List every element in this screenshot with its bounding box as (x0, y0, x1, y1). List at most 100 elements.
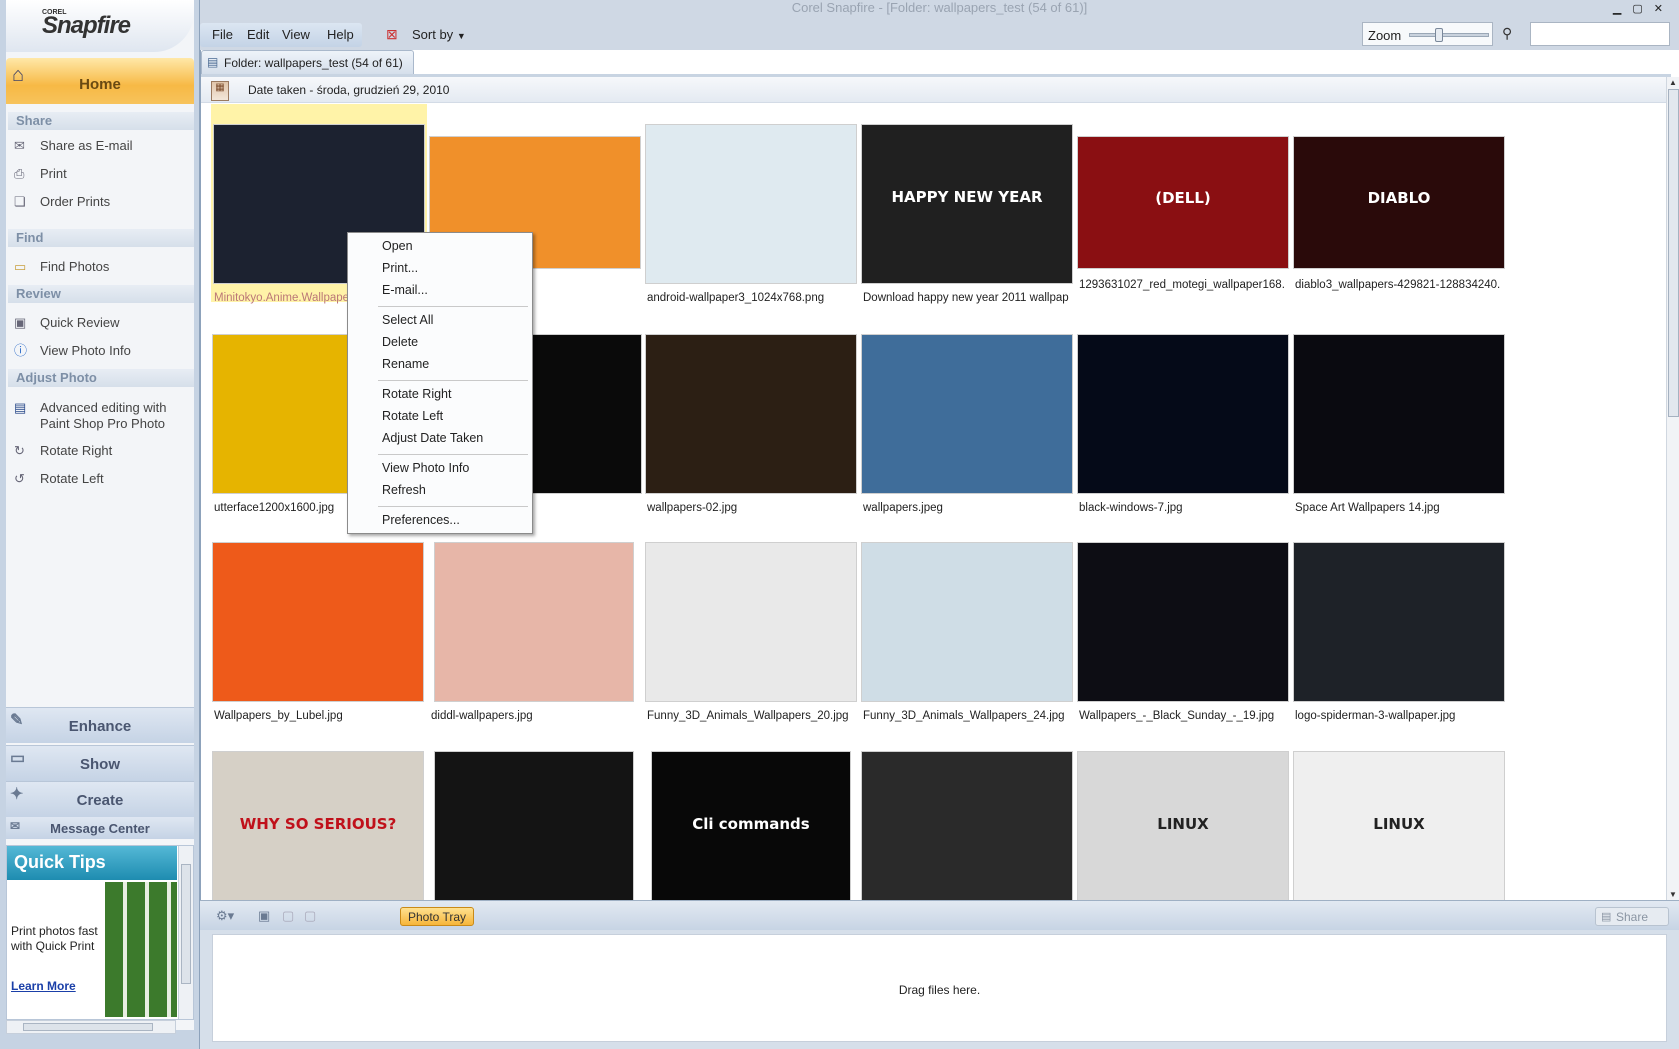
menu-edit[interactable]: Edit (247, 27, 269, 42)
menu-help[interactable]: Help (327, 27, 354, 42)
photo-thumbnail[interactable]: HAPPY NEW YEAR (861, 124, 1073, 284)
photo-thumbnail[interactable] (1077, 542, 1289, 702)
tray-remove-icon[interactable]: ▢ (282, 908, 294, 924)
photo-filename: diddl-wallpapers.jpg (431, 710, 533, 722)
photo-thumbnail[interactable] (212, 542, 424, 702)
quick-review-action[interactable]: ▣ Quick Review (14, 315, 194, 337)
context-menu-item[interactable]: Refresh (382, 483, 426, 497)
tray-clear-icon[interactable]: ▢ (304, 908, 316, 924)
tray-add-icon[interactable]: ▣ (258, 908, 270, 924)
quick-tips-scrollbar[interactable] (178, 846, 193, 1019)
share-button[interactable]: ▤ Share (1595, 907, 1669, 926)
quick-tips-text: Print photos fast with Quick Print (11, 924, 98, 953)
advanced-editing-action[interactable]: ▤ Advanced editing with Paint Shop Pro Ph… (14, 400, 194, 434)
photo-thumbnail[interactable] (645, 334, 857, 494)
photo-thumbnail[interactable]: Cli commands (651, 751, 851, 900)
scroll-up-icon[interactable]: ▲ (1669, 78, 1677, 87)
quick-tips-scroll-thumb[interactable] (181, 864, 191, 984)
photo-thumbnail[interactable]: (DELL) (1077, 136, 1289, 269)
sort-clear-icon[interactable]: ⊠ (386, 26, 398, 43)
find-photos-action[interactable]: ▭ Find Photos (14, 259, 194, 281)
photo-thumbnail[interactable]: WHY SO SERIOUS? (212, 751, 424, 900)
rotate-left-action[interactable]: ↺ Rotate Left (14, 471, 194, 493)
photo-filename: logo-spiderman-3-wallpaper.jpg (1295, 710, 1456, 722)
photo-thumbnail-cell[interactable]: black-windows-7.jpg (1076, 314, 1289, 514)
zoom-slider-thumb[interactable] (1435, 28, 1443, 42)
folder-tab[interactable]: ▤ Folder: wallpapers_test (54 of 61) (201, 50, 414, 74)
photo-thumbnail[interactable]: DIABLO (1293, 136, 1505, 269)
photo-thumbnail-cell[interactable]: LINUX (1292, 731, 1505, 900)
print-action[interactable]: ⎙ Print (14, 166, 194, 188)
menu-view[interactable]: View (282, 27, 310, 42)
context-menu-item[interactable]: Rename (382, 357, 429, 371)
search-input[interactable] (1530, 22, 1670, 46)
learn-more-link[interactable]: Learn More (11, 979, 76, 993)
photo-thumbnail-cell[interactable]: Wallpapers_-_Black_Sunday_-_19.jpg (1076, 522, 1289, 722)
photo-thumbnail-cell[interactable]: Funny_3D_Animals_Wallpapers_24.jpg (860, 522, 1073, 722)
context-menu-item[interactable]: Delete (382, 335, 418, 349)
photo-thumbnail-cell[interactable]: diddl-wallpapers.jpg (428, 522, 640, 722)
photo-thumbnail-cell[interactable]: Wallpapers_by_Lubel.jpg (211, 522, 424, 722)
context-menu-item[interactable]: Rotate Right (382, 387, 451, 401)
photo-thumbnail-cell[interactable]: DIABLO diablo3_wallpapers-429821-12883424… (1292, 104, 1505, 294)
photo-thumbnail-cell[interactable]: android-wallpaper3_1024x768.png (644, 104, 857, 304)
photo-thumbnail[interactable] (645, 542, 857, 702)
enhance-button[interactable]: ✎ Enhance (6, 707, 194, 743)
view-photo-info-action[interactable]: ⓘ View Photo Info (14, 343, 194, 365)
photo-thumbnail[interactable] (861, 751, 1073, 900)
photo-thumbnail[interactable] (1077, 334, 1289, 494)
message-center-button[interactable]: ✉ Message Center (6, 817, 194, 839)
sidebar-hscrollbar[interactable] (6, 1020, 176, 1034)
tray-settings-icon[interactable]: ⚙▾ (216, 908, 234, 924)
photo-thumbnail-cell[interactable]: wallpapers-02.jpg (644, 314, 857, 514)
context-menu-item[interactable]: Rotate Left (382, 409, 443, 423)
photo-thumbnail[interactable] (861, 542, 1073, 702)
share-email-action[interactable]: ✉ Share as E-mail (14, 138, 194, 160)
tray-drop-area[interactable]: Drag files here. (212, 934, 1667, 1042)
grid-scrollbar[interactable]: ▲ ▼ (1666, 77, 1679, 900)
context-menu-item[interactable]: Adjust Date Taken (382, 431, 483, 445)
photo-thumbnail-cell[interactable]: Space Art Wallpapers 14.jpg (1292, 314, 1505, 514)
folder-icon: ▭ (14, 259, 27, 274)
sort-by-dropdown[interactable]: Sort by ▼ (412, 27, 466, 42)
create-button[interactable]: ✦ Create (6, 781, 194, 817)
zoom-slider[interactable] (1409, 28, 1489, 42)
photo-thumbnail[interactable] (434, 751, 634, 900)
photo-thumbnail[interactable] (1293, 334, 1505, 494)
context-menu-item[interactable]: Preferences... (382, 513, 460, 527)
photo-thumbnail[interactable] (1293, 542, 1505, 702)
menu-file[interactable]: File (212, 27, 233, 42)
photo-thumbnail-cell[interactable]: LINUX (1076, 731, 1289, 900)
photo-thumbnail-cell[interactable]: logo-spiderman-3-wallpaper.jpg (1292, 522, 1505, 722)
home-tab[interactable]: ⌂ Home (6, 58, 194, 104)
context-menu-item[interactable]: Print... (382, 261, 418, 275)
grid-scroll-thumb[interactable] (1668, 89, 1679, 417)
order-prints-action[interactable]: ❏ Order Prints (14, 194, 194, 216)
photo-thumbnail[interactable] (434, 542, 634, 702)
home-label: Home (79, 76, 121, 93)
photo-thumbnail-cell[interactable]: WHY SO SERIOUS? (211, 731, 424, 900)
context-menu-item[interactable]: Select All (382, 313, 433, 327)
photo-thumbnail-cell[interactable]: Funny_3D_Animals_Wallpapers_20.jpg (644, 522, 857, 722)
context-menu-item[interactable]: E-mail... (382, 283, 428, 297)
rotate-right-action[interactable]: ↻ Rotate Right (14, 443, 194, 465)
window-controls[interactable]: ▁ ▢ ✕ (1613, 2, 1667, 15)
photo-thumbnail[interactable]: LINUX (1293, 751, 1505, 900)
photo-thumbnail-cell[interactable] (428, 731, 640, 900)
sidebar-hscroll-thumb[interactable] (23, 1023, 153, 1031)
show-button[interactable]: ▭ Show (6, 745, 194, 781)
context-menu-item[interactable]: View Photo Info (382, 461, 469, 475)
photo-thumbnail-cell[interactable]: wallpapers.jpeg (860, 314, 1073, 514)
photo-thumbnail[interactable] (645, 124, 857, 284)
photo-tray-tab[interactable]: Photo Tray (400, 907, 475, 926)
binoculars-icon[interactable]: ⚲ (1502, 25, 1512, 42)
photo-thumbnail-cell[interactable]: Cli commands (644, 731, 856, 900)
photo-thumbnail-cell[interactable]: HAPPY NEW YEAR Download happy new year 20… (860, 104, 1073, 304)
photo-filename: wallpapers-02.jpg (647, 502, 738, 514)
context-menu-item[interactable]: Open (382, 239, 413, 253)
photo-thumbnail-cell[interactable] (860, 731, 1073, 900)
photo-thumbnail[interactable]: LINUX (1077, 751, 1289, 900)
photo-thumbnail-cell[interactable]: (DELL) 1293631027_red_motegi_wallpaper168… (1076, 104, 1289, 294)
scroll-down-icon[interactable]: ▼ (1669, 890, 1677, 899)
photo-thumbnail[interactable] (861, 334, 1073, 494)
